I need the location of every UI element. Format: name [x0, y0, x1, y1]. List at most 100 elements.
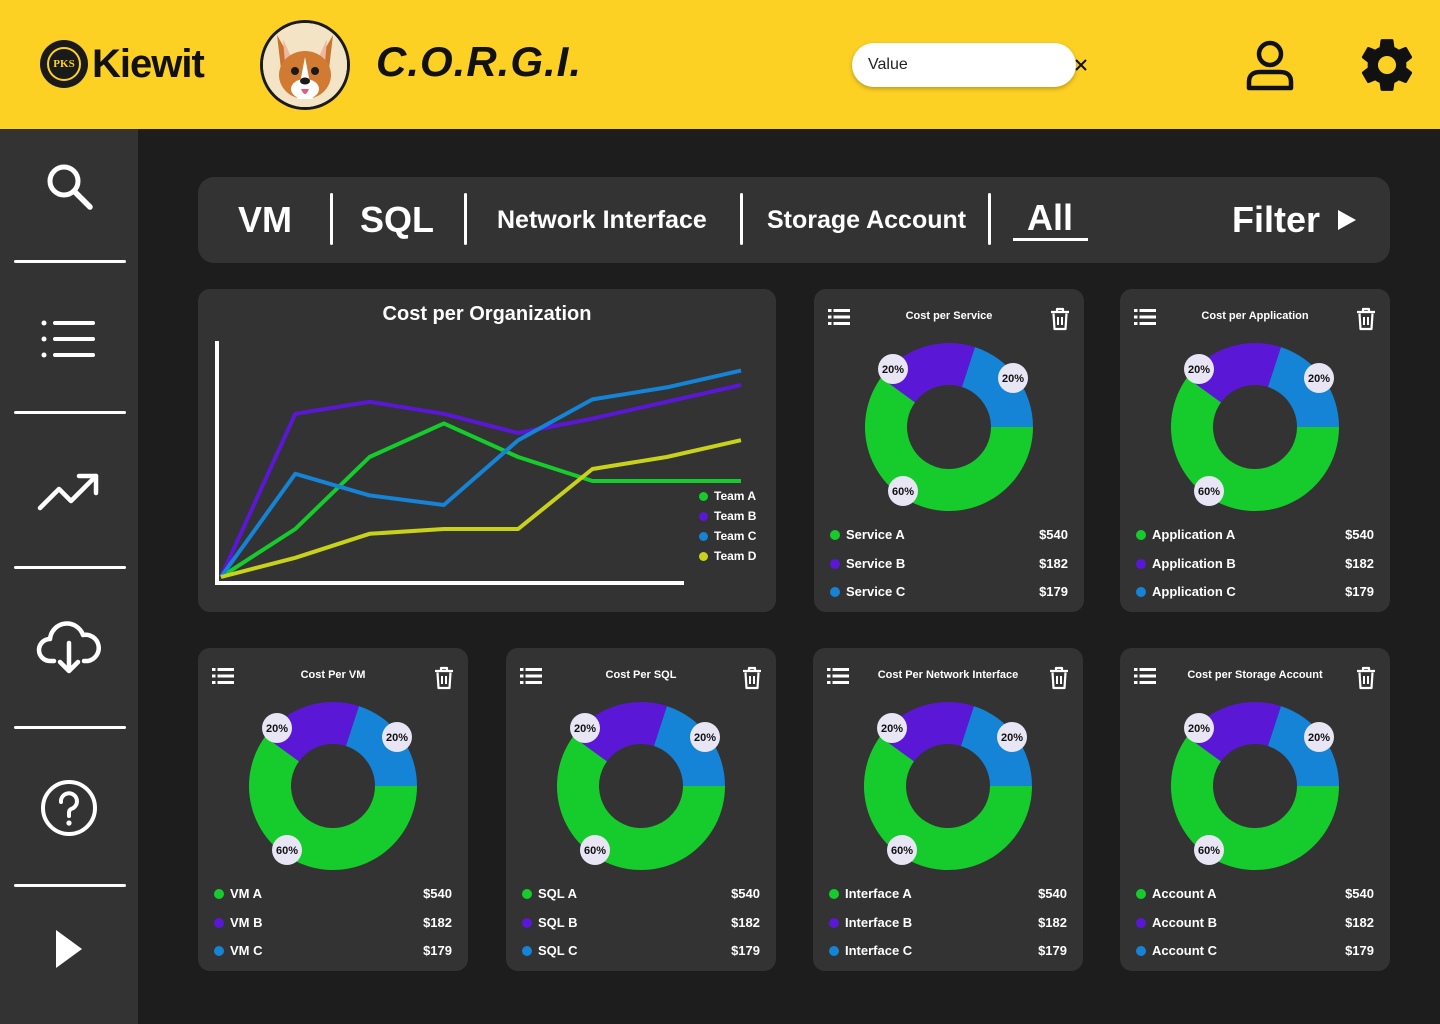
list-icon[interactable]	[29, 299, 109, 379]
percent-badge: 60%	[1194, 476, 1224, 506]
org-chart-card: Cost per Organization Team A Team B Team…	[198, 289, 776, 612]
sidebar-divider	[14, 566, 126, 569]
tab-separator	[330, 193, 333, 245]
percent-badge: 20%	[382, 722, 412, 752]
legend-dot	[699, 551, 708, 561]
donut-card: Cost per Application 20% 20% 60% Applicatio…	[1120, 289, 1390, 612]
legend-dot	[1136, 945, 1146, 956]
legend-value: $179	[731, 943, 760, 958]
donut-chart: 20% 20% 60%	[864, 702, 1032, 870]
svg-text:20%: 20%	[386, 732, 408, 744]
legend-dot	[1136, 529, 1146, 540]
percent-badge: 20%	[570, 713, 600, 743]
legend-item: Interface C	[829, 943, 912, 958]
legend-dot	[699, 531, 708, 541]
svg-text:60%: 60%	[1198, 845, 1220, 857]
legend-item: Team C	[699, 529, 756, 543]
legend-item: Account B	[1136, 915, 1217, 930]
line-series	[220, 438, 742, 579]
legend-item: Application A	[1136, 527, 1235, 542]
filter-button[interactable]: Filter	[1232, 177, 1358, 263]
legend-dot	[699, 491, 708, 501]
legend-item: Service C	[830, 584, 905, 599]
user-icon[interactable]	[1244, 38, 1296, 92]
tab-storage-account[interactable]: Storage Account	[767, 177, 966, 263]
tab-separator	[740, 193, 743, 245]
svg-text:60%: 60%	[892, 486, 914, 498]
svg-text:20%: 20%	[694, 732, 716, 744]
gear-icon[interactable]	[1356, 34, 1418, 96]
card-title: Cost per Application	[1201, 310, 1309, 322]
legend-value: $182	[1038, 915, 1067, 930]
legend-item: SQL B	[522, 915, 578, 930]
percent-badge: 20%	[1184, 354, 1214, 384]
svg-text:60%: 60%	[276, 845, 298, 857]
svg-text:60%: 60%	[584, 845, 606, 857]
close-icon[interactable]	[1075, 56, 1087, 74]
percent-badge: 60%	[887, 835, 917, 865]
percent-badge: 20%	[1184, 713, 1214, 743]
donut-chart: 20% 20% 60%	[865, 343, 1033, 511]
help-icon[interactable]	[29, 768, 109, 848]
legend-dot	[699, 511, 708, 521]
sidebar-divider	[14, 884, 126, 887]
card-title: Cost per Storage Account	[1187, 669, 1323, 681]
legend-value: $179	[423, 943, 452, 958]
sidebar-divider	[14, 260, 126, 263]
donut-card: Cost Per VM 20% 20% 60% VM A $540 VM B $182 VM …	[198, 648, 468, 971]
legend-item: Interface B	[829, 915, 912, 930]
legend-item: Application B	[1136, 556, 1236, 571]
trending-up-icon[interactable]	[29, 452, 109, 532]
tab-all[interactable]: All	[1027, 175, 1073, 261]
percent-badge: 20%	[1304, 722, 1334, 752]
legend-dot	[830, 558, 840, 569]
percent-badge: 60%	[1194, 835, 1224, 865]
svg-text:60%: 60%	[891, 845, 913, 857]
svg-text:20%: 20%	[881, 723, 903, 735]
percent-badge: 20%	[877, 713, 907, 743]
legend-dot	[829, 888, 839, 899]
app-title: C.O.R.G.I.	[376, 38, 583, 85]
chart-axes	[215, 341, 684, 585]
search-icon[interactable]	[29, 146, 109, 226]
svg-text:20%: 20%	[1308, 732, 1330, 744]
legend-item: Team A	[699, 489, 756, 503]
tab-vm[interactable]: VM	[238, 177, 292, 263]
brand-name: Kiewit	[92, 41, 205, 86]
sidebar	[0, 129, 138, 1024]
legend-item: VM A	[214, 886, 262, 901]
play-icon[interactable]	[29, 909, 109, 989]
legend-value: $182	[1039, 556, 1068, 571]
sidebar-divider	[14, 726, 126, 729]
donut-chart: 20% 20% 60%	[1171, 343, 1339, 511]
search-field[interactable]	[852, 43, 1087, 87]
cloud-download-icon[interactable]	[29, 607, 109, 687]
svg-text:20%: 20%	[1308, 373, 1330, 385]
svg-text:20%: 20%	[1188, 364, 1210, 376]
legend-value: $179	[1345, 584, 1374, 599]
line-series	[219, 421, 741, 579]
legend-value: $179	[1345, 943, 1374, 958]
legend-dot	[522, 945, 532, 956]
percent-badge: 20%	[998, 363, 1028, 393]
card-title: Cost Per VM	[300, 669, 366, 681]
percent-badge: 20%	[1304, 363, 1334, 393]
legend-value: $182	[731, 915, 760, 930]
tab-network-interface[interactable]: Network Interface	[497, 177, 707, 263]
donut-card: Cost per Storage Account 20% 20% 60% Accoun…	[1120, 648, 1390, 971]
legend-item: Interface A	[829, 886, 912, 901]
legend-dot	[522, 917, 532, 928]
donut-card: Cost per Service 20% 20% 60% Service A $540 S…	[814, 289, 1084, 612]
legend-dot	[830, 586, 840, 597]
legend-dot	[1136, 558, 1146, 569]
tab-sql[interactable]: SQL	[360, 177, 434, 263]
search-input[interactable]	[868, 56, 1075, 74]
legend-dot	[1136, 586, 1146, 597]
legend-dot	[1136, 888, 1146, 899]
donut-chart: 20% 20% 60%	[249, 702, 417, 870]
svg-text:20%: 20%	[574, 723, 596, 735]
donut-card: Cost Per Network Interface 20% 20% 60% Inte…	[813, 648, 1083, 971]
legend-value: $540	[423, 886, 452, 901]
legend-item: Application C	[1136, 584, 1236, 599]
legend-value: $540	[1038, 886, 1067, 901]
